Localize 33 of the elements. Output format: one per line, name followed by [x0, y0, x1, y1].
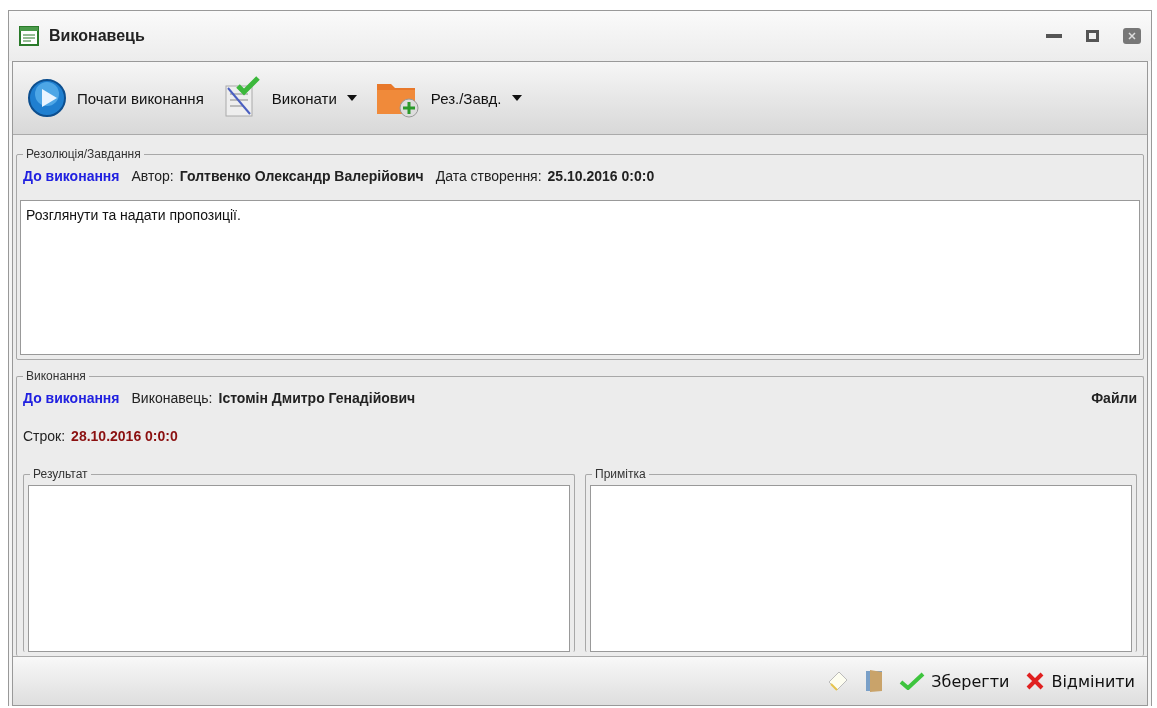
door-icon[interactable] — [865, 669, 884, 693]
window-title: Виконавець — [49, 27, 146, 45]
caret-icon — [511, 95, 522, 101]
task-text-area[interactable]: Розглянути та надати пропозиції. — [20, 200, 1140, 355]
toolbar-button[interactable]: Рез./Завд. — [374, 78, 522, 118]
save-button[interactable]: Зберегти — [899, 671, 1010, 691]
window-icon — [19, 26, 39, 46]
note-icon[interactable] — [827, 670, 850, 692]
field-label: Дата створення: — [435, 168, 542, 184]
deadline-value: 28.10.2016 0:0:0 — [71, 428, 178, 444]
group-legend: Примітка — [592, 467, 649, 481]
checkmark-icon — [899, 672, 926, 690]
cancel-button[interactable]: Відмінити — [1025, 671, 1135, 691]
group-legend: Резолюція/Завдання — [23, 147, 144, 161]
group-legend: Результат — [30, 467, 91, 481]
executor-value: Істомін Дмитро Генадійович — [218, 390, 416, 406]
author-value: Голтвенко Олександр Валерійович — [179, 168, 424, 184]
close-icon[interactable] — [1123, 28, 1141, 44]
field-label: Строк: — [23, 428, 66, 444]
date-value: 25.10.2016 0:0:0 — [547, 168, 655, 184]
toolbar-button[interactable]: Виконати — [221, 76, 357, 120]
play-icon — [27, 78, 67, 118]
files-link[interactable]: Файли — [1091, 390, 1137, 406]
group-legend: Виконання — [23, 369, 89, 383]
toolbar-button[interactable]: Почати виконання — [27, 78, 204, 118]
caret-icon — [346, 95, 357, 101]
status-link[interactable]: До виконання — [23, 168, 120, 184]
close-icon — [1025, 671, 1046, 691]
field-label: Автор: — [131, 168, 174, 184]
maximize-icon[interactable] — [1086, 30, 1099, 42]
minimize-icon[interactable] — [1046, 34, 1062, 38]
field-label: Виконавець: — [131, 390, 213, 406]
status-link[interactable]: До виконання — [23, 390, 120, 406]
